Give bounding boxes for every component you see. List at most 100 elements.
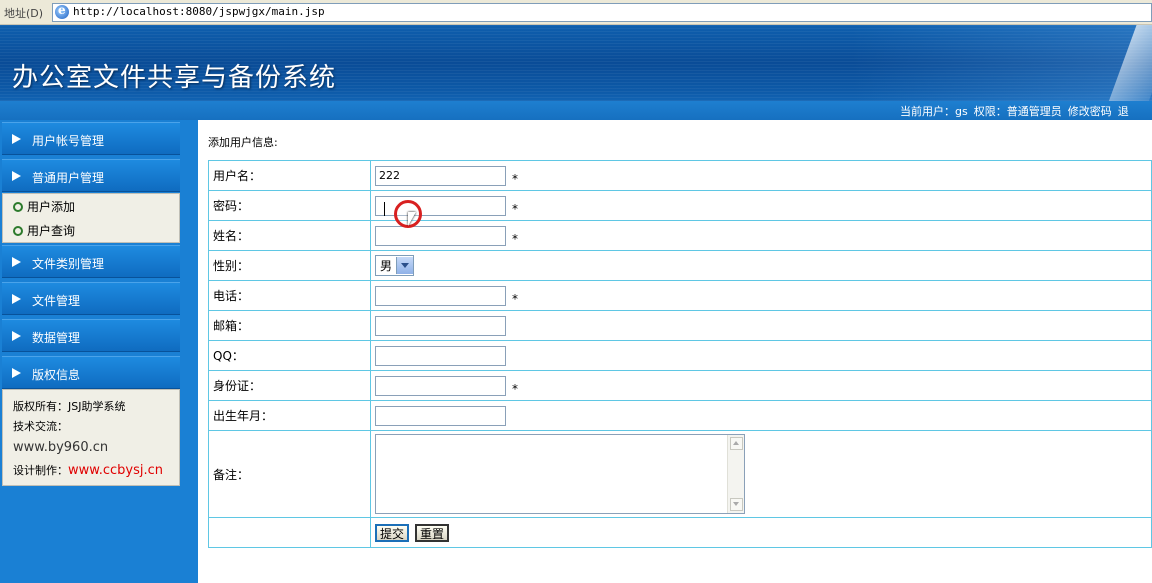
field-value-cell: * — [370, 280, 1152, 311]
field-label: 电话： — [208, 280, 371, 311]
design-line: 设计制作：www.ccbysj.cn — [13, 462, 163, 478]
address-label: 地址(D) — [4, 7, 44, 20]
form-row-birth: 出生年月： — [208, 400, 1152, 431]
sidebar: 用户帐号管理 普通用户管理 用户添加 用户查询 文件类别管理 文件管理 数据管理… — [0, 120, 198, 583]
copyright-owner: 版权所有：JSJ助学系统 — [13, 400, 126, 413]
form-row-phone: 电话： * — [208, 280, 1152, 311]
user-info: 当前用户：gs 权限：普通管理员 修改密码退 — [900, 103, 1135, 119]
field-value-cell — [370, 400, 1152, 431]
field-value-cell: * — [370, 370, 1152, 401]
form-row-password: 密码： * — [208, 190, 1152, 221]
submenu-item-add-user[interactable]: 用户添加 — [13, 198, 75, 215]
arrow-right-icon — [12, 368, 21, 378]
name-input[interactable] — [375, 225, 506, 246]
field-label: 姓名： — [208, 220, 371, 251]
birth-input[interactable] — [375, 405, 506, 426]
address-url: http://localhost:8080/jspwjgx/main.jsp — [73, 5, 325, 18]
form-row-qq: QQ： — [208, 340, 1152, 371]
site-header: 办公室文件共享与备份系统 当前用户：gs 权限：普通管理员 修改密码退 — [0, 25, 1152, 120]
scroll-up-icon[interactable] — [730, 437, 743, 450]
idcard-input[interactable] — [375, 375, 506, 396]
bullet-icon — [13, 201, 23, 212]
user-bar: 当前用户：gs 权限：普通管理员 修改密码退 — [0, 101, 1152, 120]
arrow-right-icon — [12, 171, 21, 181]
sidebar-menu-normal-user[interactable]: 普通用户管理 — [2, 159, 180, 192]
text-caret — [384, 202, 385, 216]
sidebar-menu-file[interactable]: 文件管理 — [2, 282, 180, 315]
required-mark: * — [512, 231, 518, 246]
sidebar-menu-user-account[interactable]: 用户帐号管理 — [2, 122, 180, 155]
arrow-right-icon — [12, 294, 21, 304]
user-role: 权限：普通管理员 — [973, 105, 1062, 118]
form-row-name: 姓名： * — [208, 220, 1152, 251]
address-bar: 地址(D) http://localhost:8080/jspwjgx/main… — [0, 0, 1152, 25]
mouse-pointer-icon — [408, 212, 416, 226]
form-row-username: 用户名： 222 * — [208, 160, 1152, 191]
username-input[interactable]: 222 — [375, 165, 506, 186]
design-label: 设计制作： — [13, 464, 68, 477]
required-mark: * — [512, 171, 518, 186]
sidebar-menu-copyright[interactable]: 版权信息 — [2, 356, 180, 389]
gender-select[interactable]: 男 — [375, 255, 415, 276]
field-label: 用户名： — [208, 160, 371, 191]
submenu-item-label: 用户查询 — [27, 224, 76, 238]
ie-page-icon — [55, 3, 69, 19]
change-password-link[interactable]: 修改密码 — [1068, 105, 1112, 118]
field-label: QQ： — [208, 340, 371, 371]
field-value-cell — [370, 310, 1152, 341]
field-label: 密码： — [208, 190, 371, 221]
empty-cell — [208, 517, 371, 548]
field-value-cell: * — [370, 190, 1152, 221]
chevron-down-icon[interactable] — [396, 257, 414, 274]
arrow-right-icon — [12, 257, 21, 267]
field-label: 备注： — [208, 430, 371, 518]
sidebar-menu-file-category[interactable]: 文件类别管理 — [2, 245, 180, 278]
sidebar-menu-label: 版权信息 — [32, 368, 81, 382]
field-label: 邮箱： — [208, 310, 371, 341]
email-input[interactable] — [375, 315, 506, 336]
sidebar-menu-label: 文件管理 — [32, 294, 81, 308]
submenu-item-query-user[interactable]: 用户查询 — [13, 222, 75, 239]
copyright-panel: 版权所有：JSJ助学系统 技术交流： www.by960.cn 设计制作：www… — [2, 389, 180, 486]
main-content: 添加用户信息: 用户名： 222 * 密码： * 姓名： * 性别： 男 电话： … — [198, 120, 1152, 583]
required-mark: * — [512, 381, 518, 396]
submit-button[interactable]: 提交 — [375, 523, 410, 542]
sidebar-menu-label: 数据管理 — [32, 331, 81, 345]
sidebar-menu-label: 普通用户管理 — [32, 171, 105, 185]
scroll-down-icon[interactable] — [730, 498, 743, 511]
sidebar-menu-label: 用户帐号管理 — [32, 134, 105, 148]
design-url[interactable]: www.ccbysj.cn — [68, 463, 163, 478]
required-mark: * — [512, 201, 518, 216]
form-title: 添加用户信息: — [208, 136, 278, 149]
field-value-cell — [370, 430, 1152, 518]
field-value-cell: 222 * — [370, 160, 1152, 191]
form-row-email: 邮箱： — [208, 310, 1152, 341]
phone-input[interactable] — [375, 285, 506, 306]
form-row-idcard: 身份证： * — [208, 370, 1152, 401]
form-row-remark: 备注： — [208, 430, 1152, 518]
sidebar-menu-data[interactable]: 数据管理 — [2, 319, 180, 352]
contact-label: 技术交流： — [13, 420, 68, 433]
reset-button[interactable]: 重置 — [415, 523, 450, 542]
actions-cell: 提交 重置 — [370, 517, 1152, 548]
add-user-form: 用户名： 222 * 密码： * 姓名： * 性别： 男 电话： * 邮箱： QQ… — [208, 160, 1152, 548]
required-mark: * — [512, 291, 518, 306]
logout-link[interactable]: 退 — [1118, 105, 1129, 118]
field-label: 身份证： — [208, 370, 371, 401]
remark-textarea[interactable] — [375, 434, 745, 514]
contact-url[interactable]: www.by960.cn — [13, 440, 108, 455]
form-row-actions: 提交 重置 — [208, 517, 1152, 548]
field-label: 性别： — [208, 250, 371, 281]
arrow-right-icon — [12, 134, 21, 144]
bullet-icon — [13, 225, 23, 236]
address-input[interactable]: http://localhost:8080/jspwjgx/main.jsp — [52, 3, 1152, 22]
textarea-scrollbar[interactable] — [727, 435, 744, 513]
qq-input[interactable] — [375, 345, 506, 366]
form-row-gender: 性别： 男 — [208, 250, 1152, 281]
arrow-right-icon — [12, 331, 21, 341]
field-value-cell — [370, 340, 1152, 371]
current-user: 当前用户：gs — [900, 105, 968, 118]
submenu-item-label: 用户添加 — [27, 200, 76, 214]
sidebar-menu-label: 文件类别管理 — [32, 257, 105, 271]
field-value-cell: 男 — [370, 250, 1152, 281]
